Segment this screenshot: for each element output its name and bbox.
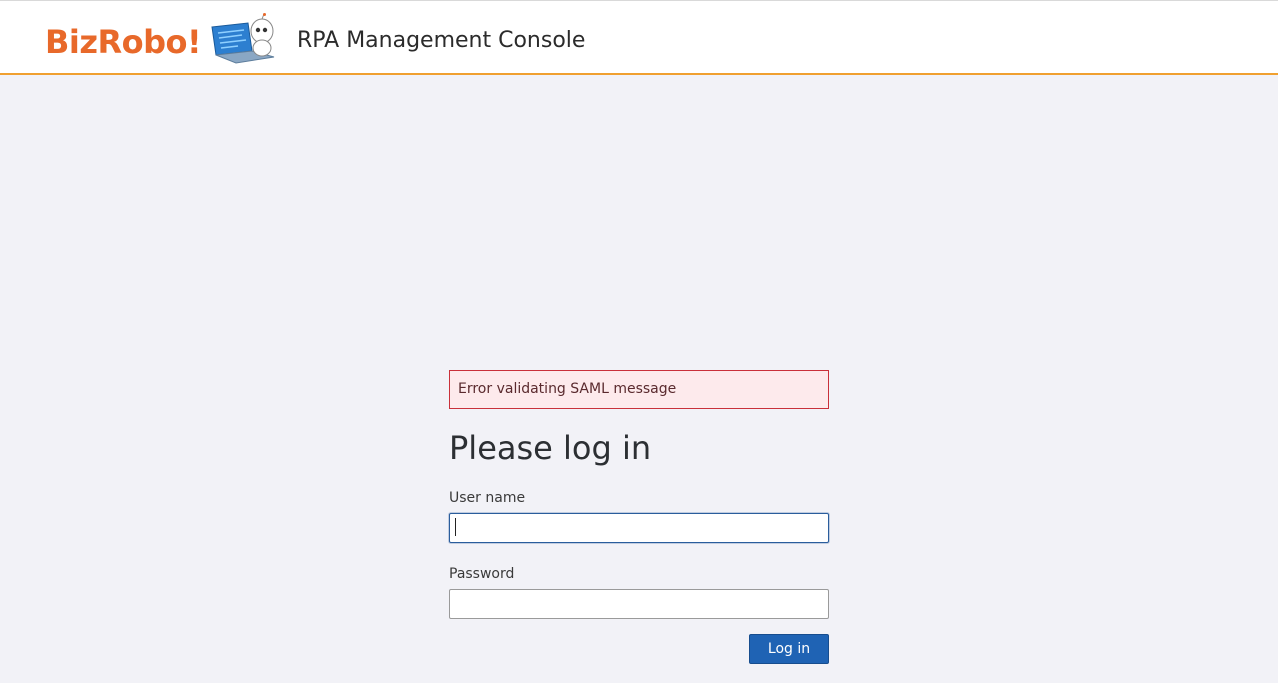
username-input[interactable] bbox=[449, 513, 829, 543]
password-input[interactable] bbox=[449, 589, 829, 619]
form-actions: Log in bbox=[449, 634, 829, 664]
brand-logo: BizRobo! bbox=[45, 23, 202, 61]
app-title: RPA Management Console bbox=[297, 28, 586, 53]
error-alert: Error validating SAML message bbox=[449, 370, 829, 409]
username-label: User name bbox=[449, 490, 526, 506]
robot-mascot-icon bbox=[211, 13, 275, 64]
text-caret bbox=[455, 518, 456, 536]
page-title: Please log in bbox=[449, 429, 652, 467]
app-header: BizRobo! RPA Management Console bbox=[0, 0, 1278, 75]
login-button[interactable]: Log in bbox=[749, 634, 829, 664]
password-label: Password bbox=[449, 566, 515, 582]
login-panel: Error validating SAML message Please log… bbox=[449, 370, 829, 664]
